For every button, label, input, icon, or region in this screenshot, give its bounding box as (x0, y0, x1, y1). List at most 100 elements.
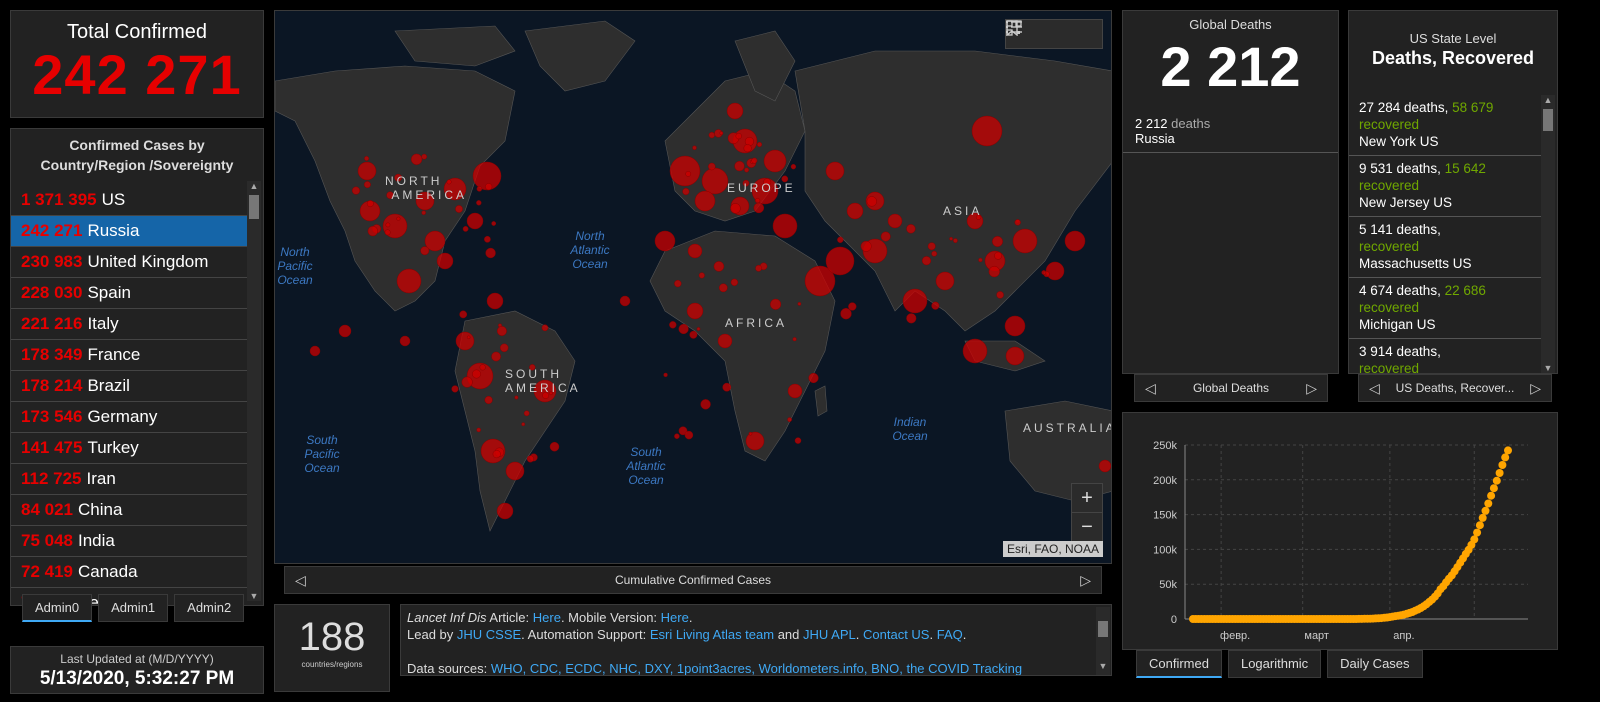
case-bubble[interactable] (935, 271, 955, 291)
us-state-row[interactable]: 9 531 deaths, 15 642 recovered New Jersey … (1349, 156, 1541, 217)
case-bubble[interactable] (694, 190, 716, 212)
country-row[interactable]: 173 546 Germany (11, 402, 247, 433)
case-bubble[interactable] (363, 181, 371, 189)
scrollbar-thumb[interactable] (249, 195, 259, 219)
article-link[interactable]: Here (533, 610, 561, 625)
case-bubble[interactable] (459, 310, 468, 319)
tab-admin2[interactable]: Admin2 (174, 594, 245, 622)
country-row[interactable]: 72 419 Canada (11, 557, 247, 588)
case-bubble[interactable] (420, 246, 430, 256)
case-bubble[interactable] (1012, 228, 1038, 254)
case-bubble[interactable] (906, 224, 916, 234)
case-bubble[interactable] (366, 200, 374, 208)
case-bubble[interactable] (860, 240, 872, 252)
jhu-apl-link[interactable]: JHU APL (803, 627, 856, 642)
case-bubble[interactable] (479, 364, 486, 371)
qr-grid-icon[interactable] (1006, 20, 1102, 48)
zoom-out-button[interactable]: − (1072, 512, 1102, 541)
case-bubble[interactable] (499, 343, 509, 353)
tab-admin0[interactable]: Admin0 (22, 594, 93, 622)
case-bubble[interactable] (549, 441, 560, 452)
case-bubble[interactable] (794, 437, 802, 444)
case-bubble[interactable] (825, 161, 845, 181)
case-bubble[interactable] (338, 324, 352, 338)
case-bubble[interactable] (744, 167, 750, 173)
country-row[interactable]: 178 349 France (11, 340, 247, 371)
country-row[interactable]: 1 371 395 US (11, 185, 247, 216)
case-bubble[interactable] (837, 236, 844, 243)
zoom-in-button[interactable]: + (1072, 484, 1102, 512)
case-bubble[interactable] (669, 155, 701, 187)
case-bubble[interactable] (1041, 270, 1047, 275)
case-bubble[interactable] (351, 186, 361, 195)
case-bubble[interactable] (790, 164, 797, 170)
country-list[interactable]: 1 371 395 US 242 271 Russia 230 983 United Ki… (11, 185, 247, 605)
info-scroll-down-icon[interactable]: ▼ (1096, 658, 1110, 675)
case-bubble[interactable] (717, 333, 733, 349)
case-bubble[interactable] (734, 160, 745, 172)
case-bubble[interactable] (364, 156, 370, 161)
case-bubble[interactable] (825, 246, 855, 276)
case-bubble[interactable] (754, 197, 761, 204)
case-bubble[interactable] (953, 238, 958, 243)
case-bubble[interactable] (455, 331, 475, 351)
case-bubble[interactable] (696, 327, 701, 331)
case-bubble[interactable] (730, 278, 739, 286)
esri-link[interactable]: Esri Living Atlas team (650, 627, 774, 642)
case-bubble[interactable] (654, 230, 676, 252)
case-bubble[interactable] (792, 337, 797, 342)
map-canvas[interactable] (275, 11, 1112, 564)
case-bubble[interactable] (521, 422, 526, 427)
case-bubble[interactable] (669, 321, 677, 329)
case-bubble[interactable] (484, 395, 493, 405)
case-bubble[interactable] (787, 383, 803, 399)
case-bubble[interactable] (684, 430, 694, 440)
case-bubble[interactable] (906, 313, 917, 324)
case-bubble[interactable] (674, 433, 680, 439)
case-bubble[interactable] (396, 268, 422, 294)
case-bubble[interactable] (476, 200, 482, 206)
case-bubble[interactable] (700, 399, 711, 410)
case-bubble[interactable] (787, 417, 792, 422)
tab-admin1[interactable]: Admin1 (98, 594, 169, 622)
case-bubble[interactable] (367, 225, 378, 237)
us-state-list[interactable]: 27 284 deaths, 58 679 recovered New York U… (1349, 95, 1541, 373)
case-bubble[interactable] (485, 247, 496, 259)
us-scrollbar-thumb[interactable] (1543, 109, 1553, 131)
case-bubble[interactable] (713, 261, 725, 272)
country-row[interactable]: 75 048 India (11, 526, 247, 557)
contact-link[interactable]: Contact US (863, 627, 929, 642)
us-state-row[interactable]: 3 914 deaths, recoveredPennsylvania US (1349, 339, 1541, 373)
case-bubble[interactable] (496, 502, 514, 520)
us-list-scrollbar[interactable]: ▲ ▼ (1541, 95, 1555, 373)
case-bubble[interactable] (421, 153, 428, 160)
case-bubble[interactable] (491, 221, 497, 226)
case-bubble[interactable] (978, 257, 983, 263)
case-bubble[interactable] (735, 132, 742, 140)
case-bubble[interactable] (902, 288, 928, 314)
case-bubble[interactable] (619, 295, 631, 307)
list-icon[interactable] (1006, 20, 1070, 48)
case-bubble[interactable] (726, 102, 744, 120)
case-bubble[interactable] (523, 410, 530, 417)
case-bubble[interactable] (1098, 459, 1111, 473)
case-bubble[interactable] (840, 308, 852, 320)
deaths-next-arrow-icon[interactable]: ▷ (1306, 380, 1317, 397)
case-bubble[interactable] (689, 330, 698, 339)
country-row[interactable]: 84 021 China (11, 495, 247, 526)
case-bubble[interactable] (722, 382, 732, 392)
case-bubble[interactable] (701, 167, 729, 195)
case-bubble[interactable] (1004, 315, 1026, 337)
prev-arrow-icon[interactable]: ◁ (295, 572, 306, 589)
case-bubble[interactable] (486, 292, 504, 310)
case-bubble[interactable] (772, 213, 798, 239)
case-bubble[interactable] (927, 242, 936, 251)
case-bubble[interactable] (485, 183, 493, 191)
case-bubble[interactable] (949, 236, 953, 241)
case-bubble[interactable] (466, 212, 484, 230)
case-bubble[interactable] (962, 338, 988, 364)
case-bubble[interactable] (514, 395, 519, 400)
country-row[interactable]: 242 271 Russia (11, 216, 247, 247)
case-bubble[interactable] (708, 162, 716, 171)
data-sources-links[interactable]: WHO, CDC, ECDC, NHC, DXY, 1point3acres, … (491, 661, 1022, 675)
